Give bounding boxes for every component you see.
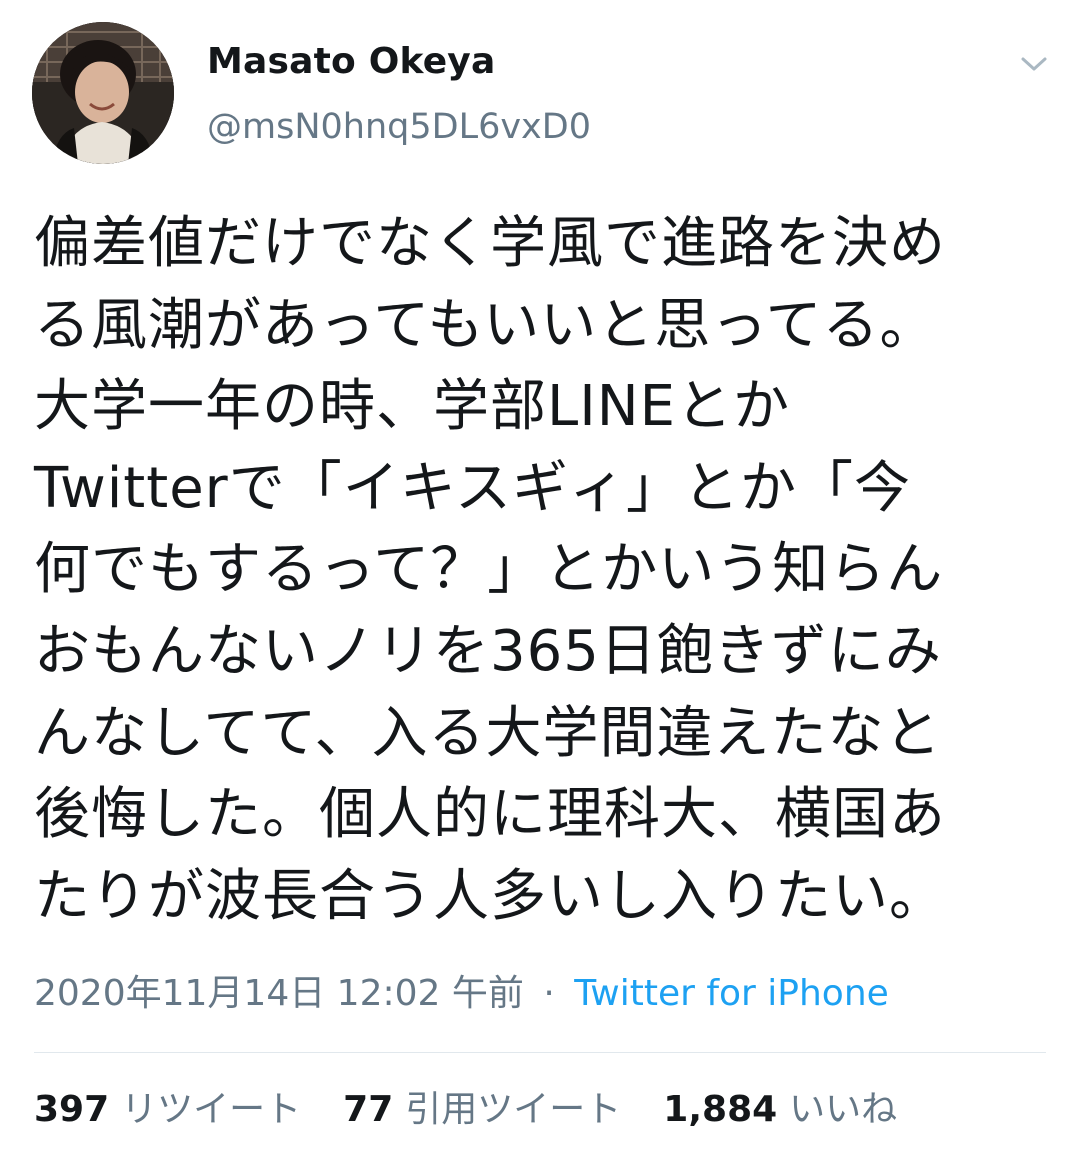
source-link[interactable]: Twitter for iPhone (574, 973, 889, 1014)
retweet-count: 397 (34, 1089, 110, 1130)
display-name[interactable]: Masato Okeya (207, 38, 591, 86)
retweets-stat[interactable]: 397 リツイート (34, 1080, 301, 1140)
like-label: いいね (789, 1089, 898, 1130)
tweet-text: 偏差値だけでなく学風で進路を決め る風潮があってもいいと思ってる。 大学一年の時… (34, 211, 946, 929)
meta-separator: · (543, 973, 555, 1014)
retweet-label: リツイート (121, 1089, 302, 1130)
engagement-stats: 397 リツイート 77 引用ツイート 1,884 いいね (34, 1080, 897, 1140)
tweet-detail: Masato Okeya @msN0hnq5DL6vxD0 偏差値だけでなく学風… (0, 0, 1080, 1168)
quote-count: 77 (343, 1089, 394, 1130)
user-handle[interactable]: @msN0hnq5DL6vxD0 (207, 104, 591, 150)
author-info[interactable]: Masato Okeya @msN0hnq5DL6vxD0 (207, 38, 591, 150)
quote-tweets-stat[interactable]: 77 引用ツイート (343, 1080, 621, 1140)
timestamp[interactable]: 2020年11月14日 12:02 午前 (34, 973, 524, 1014)
avatar-photo (32, 22, 174, 164)
quote-label: 引用ツイート (405, 1089, 622, 1130)
avatar[interactable] (32, 22, 174, 164)
divider (34, 1052, 1046, 1053)
like-count: 1,884 (663, 1089, 778, 1130)
tweet-meta: 2020年11月14日 12:02 午前 · Twitter for iPhon… (34, 964, 889, 1024)
likes-stat[interactable]: 1,884 いいね (663, 1080, 897, 1140)
chevron-down-icon[interactable] (1018, 48, 1050, 80)
